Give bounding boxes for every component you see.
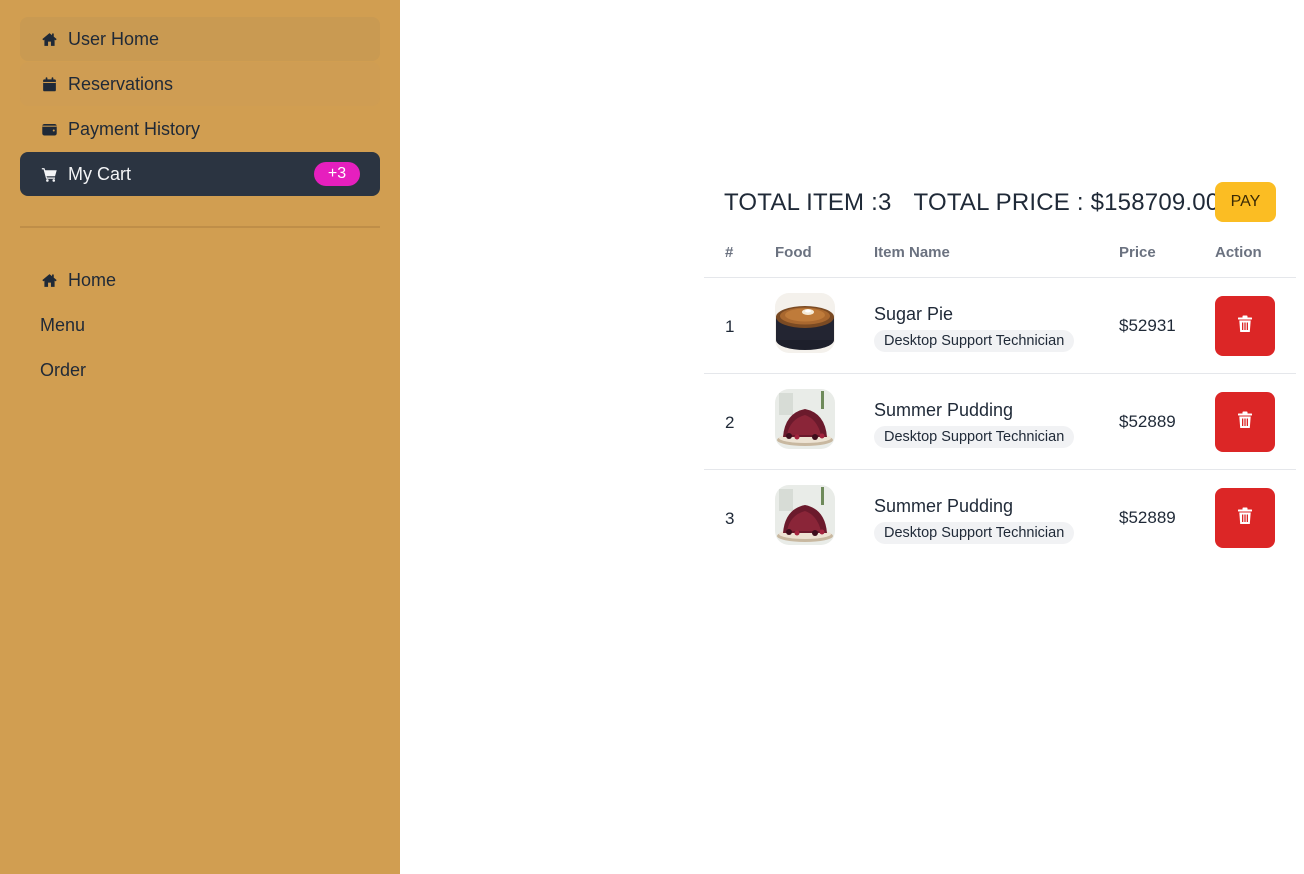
cart-count-badge: +3 — [314, 162, 360, 186]
row-number: 1 — [725, 317, 735, 336]
delete-button[interactable] — [1215, 296, 1275, 356]
table-header: # Food Item Name Price Action — [704, 232, 1296, 278]
header-number: # — [725, 244, 734, 261]
item-name: Summer Pudding — [874, 496, 1014, 516]
sidebar-nav-top: User Home Reservations Payment History M… — [20, 17, 380, 197]
sidebar-item-label: Payment History — [68, 118, 201, 139]
food-image-summer-pudding — [775, 485, 835, 545]
table-row: 1 Sugar Pie Desktop Support Technician $… — [704, 278, 1296, 374]
sidebar-item-reservations[interactable]: Reservations — [20, 62, 380, 106]
item-name: Sugar Pie — [874, 304, 954, 324]
item-category-badge: Desktop Support Technician — [874, 330, 1075, 352]
total-price: TOTAL PRICE : $158709.00 — [913, 189, 1220, 216]
item-category-badge: Desktop Support Technician — [874, 522, 1075, 544]
cart-icon — [40, 165, 58, 183]
sidebar-item-label: Menu — [40, 314, 86, 335]
table-row: 2 Summer Pudding Desktop Support Technic… — [704, 374, 1296, 470]
header-action: Action — [1215, 244, 1262, 261]
cart-table: # Food Item Name Price Action 1 Sugar Pi… — [704, 232, 1296, 566]
food-image-summer-pudding — [775, 389, 835, 449]
item-price: $52889 — [1119, 508, 1176, 527]
sidebar-item-order[interactable]: Order — [20, 348, 380, 392]
pay-button[interactable]: PAY — [1215, 182, 1276, 222]
sidebar-item-label: My Cart — [68, 163, 131, 184]
delete-button[interactable] — [1215, 392, 1275, 452]
sidebar-item-menu[interactable]: Menu — [20, 303, 380, 347]
sidebar-item-label: Order — [40, 359, 87, 380]
home-icon — [40, 30, 58, 48]
sidebar-nav-bottom: Home Menu Order — [20, 258, 380, 393]
sidebar-item-user-home[interactable]: User Home — [20, 17, 380, 61]
cart-summary: TOTAL ITEM :3 TOTAL PRICE : $158709.00 — [724, 182, 1219, 224]
trash-icon — [1237, 411, 1253, 434]
sidebar: User Home Reservations Payment History M… — [0, 0, 400, 874]
delete-button[interactable] — [1215, 488, 1275, 548]
header-food: Food — [775, 244, 812, 261]
sidebar-item-label: Home — [68, 269, 117, 290]
sidebar-divider — [20, 226, 380, 228]
wallet-icon — [40, 120, 58, 138]
row-number: 2 — [725, 413, 735, 432]
sidebar-item-home[interactable]: Home — [20, 258, 380, 302]
sidebar-item-label: User Home — [68, 28, 160, 49]
item-category-badge: Desktop Support Technician — [874, 426, 1075, 448]
home-icon — [40, 271, 58, 289]
sidebar-item-label: Reservations — [68, 73, 174, 94]
food-image-sugar-pie — [775, 293, 835, 353]
sidebar-item-my-cart[interactable]: My Cart +3 — [20, 152, 380, 196]
item-price: $52889 — [1119, 412, 1176, 431]
trash-icon — [1237, 507, 1253, 530]
item-name: Summer Pudding — [874, 400, 1014, 420]
trash-icon — [1237, 315, 1253, 338]
table-row: 3 Summer Pudding Desktop Support Technic… — [704, 470, 1296, 566]
total-items: TOTAL ITEM :3 — [724, 189, 892, 216]
item-price: $52931 — [1119, 316, 1176, 335]
header-price: Price — [1119, 244, 1156, 261]
sidebar-item-payment-history[interactable]: Payment History — [20, 107, 380, 151]
header-item-name: Item Name — [874, 244, 950, 261]
row-number: 3 — [725, 509, 735, 528]
calendar-icon — [40, 75, 58, 93]
